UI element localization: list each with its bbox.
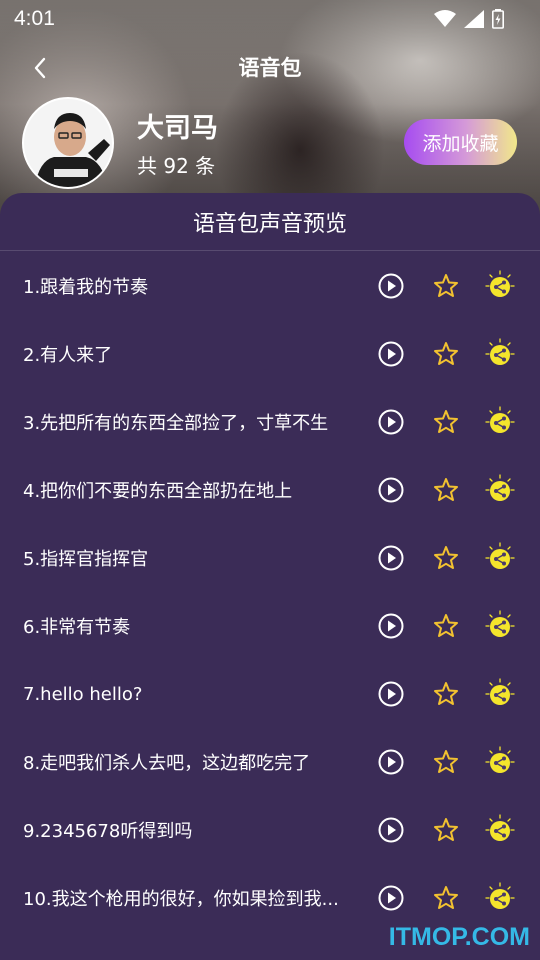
status-time: 4:01 <box>14 7 55 30</box>
share-icon[interactable] <box>483 541 517 575</box>
share-icon[interactable] <box>483 337 517 371</box>
play-circle-icon[interactable] <box>377 748 405 776</box>
chevron-left-icon <box>34 57 46 79</box>
play-circle-icon[interactable] <box>377 476 405 504</box>
list-item-label: 10.我这个枪用的很好，你如果捡到我... <box>23 889 339 910</box>
list-item-label: 8.走吧我们杀人去吧，这边都吃完了 <box>23 753 311 774</box>
share-icon[interactable] <box>483 881 517 915</box>
voice-pack-panel: 语音包声音预览 1.跟着我的节奏 2.有人来了 3.先把所有的东西全部捡了，寸草… <box>0 193 540 960</box>
star-outline-icon[interactable] <box>432 680 460 708</box>
list-item[interactable]: 4.把你们不要的东西全部扔在地上 <box>0 456 540 524</box>
avatar <box>22 97 114 189</box>
play-circle-icon[interactable] <box>377 272 405 300</box>
share-icon[interactable] <box>483 269 517 303</box>
profile-name: 大司马 <box>137 113 218 144</box>
play-circle-icon[interactable] <box>377 408 405 436</box>
play-circle-icon[interactable] <box>377 816 405 844</box>
avatar-photo <box>24 99 112 187</box>
play-circle-icon[interactable] <box>377 680 405 708</box>
status-bar: 4:01 <box>0 0 540 38</box>
star-outline-icon[interactable] <box>432 884 460 912</box>
watermark: ITMOP.COM <box>388 923 530 951</box>
list-item-label: 9.2345678听得到吗 <box>23 821 193 842</box>
share-icon[interactable] <box>483 609 517 643</box>
share-icon[interactable] <box>483 745 517 779</box>
play-circle-icon[interactable] <box>377 544 405 572</box>
wifi-icon <box>434 10 456 27</box>
nav-bar: 语音包 <box>0 44 540 90</box>
list-item-label: 6.非常有节奏 <box>23 617 131 638</box>
play-circle-icon[interactable] <box>377 340 405 368</box>
list-item-label: 4.把你们不要的东西全部扔在地上 <box>23 481 293 502</box>
star-outline-icon[interactable] <box>432 748 460 776</box>
list-item[interactable]: 2.有人来了 <box>0 320 540 388</box>
panel-title: 语音包声音预览 <box>0 193 540 251</box>
list-item-label: 5.指挥官指挥官 <box>23 549 149 570</box>
share-icon[interactable] <box>483 677 517 711</box>
list-item[interactable]: 3.先把所有的东西全部捡了，寸草不生 <box>0 388 540 456</box>
page-title: 语音包 <box>238 56 302 80</box>
play-circle-icon[interactable] <box>377 884 405 912</box>
battery-icon <box>492 9 504 29</box>
star-outline-icon[interactable] <box>432 612 460 640</box>
list-item-label: 3.先把所有的东西全部捡了，寸草不生 <box>23 413 329 434</box>
star-outline-icon[interactable] <box>432 816 460 844</box>
list-item[interactable]: 8.走吧我们杀人去吧，这边都吃完了 <box>0 728 540 796</box>
list-item[interactable]: 5.指挥官指挥官 <box>0 524 540 592</box>
list-item[interactable]: 1.跟着我的节奏 <box>0 252 540 320</box>
star-outline-icon[interactable] <box>432 340 460 368</box>
status-icons <box>434 9 504 29</box>
add-favorite-button[interactable]: 添加收藏 <box>404 119 517 165</box>
star-outline-icon[interactable] <box>432 272 460 300</box>
list-item[interactable]: 6.非常有节奏 <box>0 592 540 660</box>
list-item-label: 7.hello hello? <box>23 683 143 705</box>
back-button[interactable] <box>22 50 58 86</box>
share-icon[interactable] <box>483 473 517 507</box>
list-item-label: 1.跟着我的节奏 <box>23 277 149 298</box>
list-item-label: 2.有人来了 <box>23 345 113 366</box>
star-outline-icon[interactable] <box>432 544 460 572</box>
list-item[interactable]: 9.2345678听得到吗 <box>0 796 540 864</box>
share-icon[interactable] <box>483 405 517 439</box>
list-item[interactable]: 7.hello hello? <box>0 660 540 728</box>
signal-icon <box>464 10 484 28</box>
list-item[interactable]: 10.我这个枪用的很好，你如果捡到我... <box>0 864 540 932</box>
play-circle-icon[interactable] <box>377 612 405 640</box>
star-outline-icon[interactable] <box>432 408 460 436</box>
star-outline-icon[interactable] <box>432 476 460 504</box>
share-icon[interactable] <box>483 813 517 847</box>
profile-count: 共 92 条 <box>137 154 216 178</box>
